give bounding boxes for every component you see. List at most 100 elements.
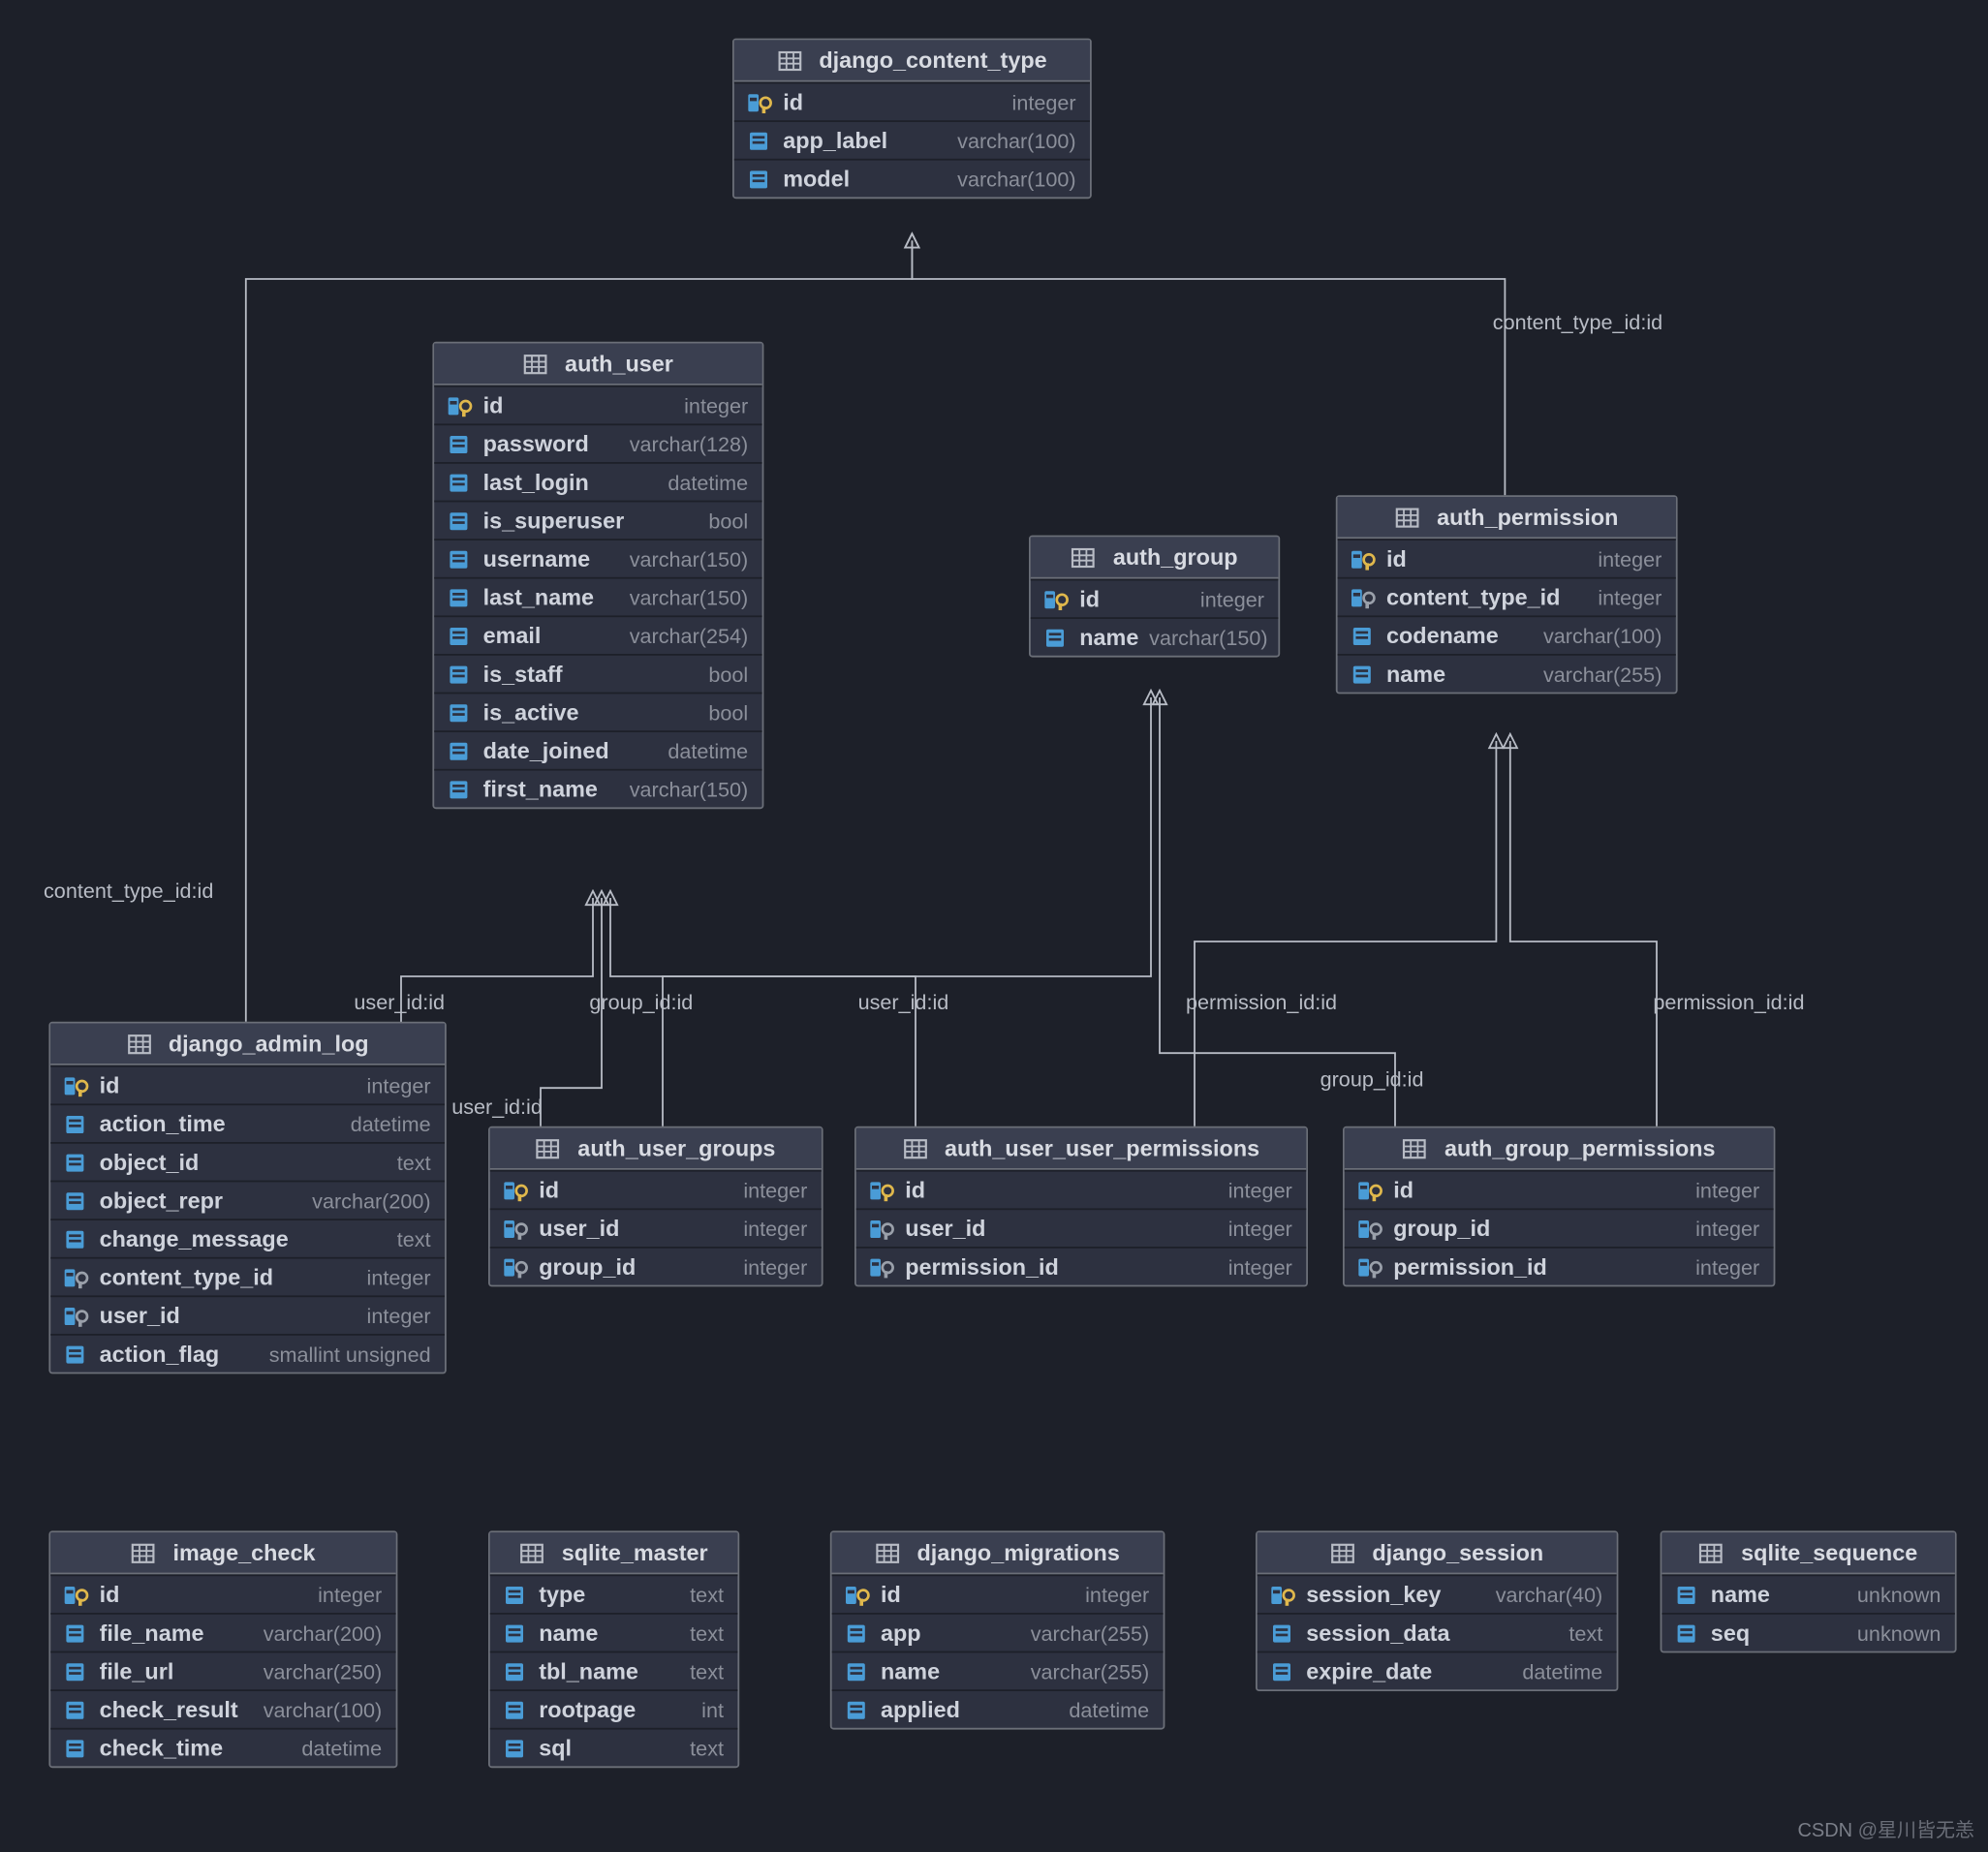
table-header[interactable]: auth_group [1031, 537, 1279, 578]
table-header[interactable]: django_content_type [734, 40, 1090, 81]
table-header[interactable]: auth_user_user_permissions [856, 1128, 1306, 1170]
table-header[interactable]: auth_group_permissions [1345, 1128, 1774, 1170]
column-row[interactable]: action_flagsmallint unsigned [50, 1334, 445, 1373]
column-row[interactable]: appvarchar(255) [832, 1613, 1164, 1651]
column-type: varchar(40) [1496, 1583, 1602, 1607]
column-row[interactable]: object_idtext [50, 1142, 445, 1181]
column-row[interactable]: tbl_nametext [490, 1651, 738, 1690]
relationship-edge [1160, 697, 1395, 1127]
column-row[interactable]: user_idinteger [50, 1295, 445, 1334]
column-row[interactable]: object_reprvarchar(200) [50, 1181, 445, 1219]
column-row[interactable]: session_keyvarchar(40) [1258, 1574, 1617, 1613]
table-auth_group_permissions[interactable]: auth_group_permissionsidintegergroup_idi… [1343, 1127, 1775, 1287]
table-header[interactable]: django_migrations [832, 1532, 1164, 1574]
column-type: varchar(150) [630, 546, 748, 571]
column-row[interactable]: group_idinteger [1345, 1208, 1774, 1247]
column-name: permission_id [1393, 1253, 1547, 1280]
column-row[interactable]: session_datatext [1258, 1613, 1617, 1651]
table-header[interactable]: auth_user [434, 344, 761, 386]
column-row[interactable]: last_namevarchar(150) [434, 577, 761, 616]
foreign-key-icon [1351, 585, 1376, 609]
column-row[interactable]: passwordvarchar(128) [434, 423, 761, 462]
table-header[interactable]: django_session [1258, 1532, 1617, 1574]
column-row[interactable]: user_idinteger [490, 1208, 822, 1247]
column-row[interactable]: app_labelvarchar(100) [734, 120, 1090, 159]
table-django_migrations[interactable]: django_migrationsidintegerappvarchar(255… [830, 1530, 1165, 1729]
column-row[interactable]: nameunknown [1662, 1574, 1954, 1613]
column-row[interactable]: group_idinteger [490, 1247, 822, 1285]
column-row[interactable]: idinteger [50, 1574, 395, 1613]
column-row[interactable]: last_logindatetime [434, 462, 761, 501]
column-row[interactable]: typetext [490, 1574, 738, 1613]
table-auth_group[interactable]: auth_groupidintegernamevarchar(150) [1029, 536, 1280, 658]
column-row[interactable]: change_messagetext [50, 1219, 445, 1257]
column-icon [449, 777, 473, 801]
column-type: integer [1695, 1217, 1759, 1241]
table-header[interactable]: auth_permission [1338, 497, 1676, 539]
column-row[interactable]: namevarchar(255) [832, 1651, 1164, 1690]
column-row[interactable]: date_joineddatetime [434, 730, 761, 769]
column-row[interactable]: rootpageint [490, 1689, 738, 1728]
column-type: varchar(150) [1149, 625, 1267, 649]
table-auth_user_groups[interactable]: auth_user_groupsidintegeruser_idintegerg… [488, 1127, 823, 1287]
table-django_session[interactable]: django_sessionsession_keyvarchar(40)sess… [1256, 1530, 1618, 1691]
column-row[interactable]: sequnknown [1662, 1613, 1954, 1651]
table-sqlite_master[interactable]: sqlite_mastertypetextnametexttbl_nametex… [488, 1530, 739, 1768]
table-django_admin_log[interactable]: django_admin_logidintegeraction_timedate… [48, 1022, 446, 1374]
column-row[interactable]: permission_idinteger [856, 1247, 1306, 1285]
table-auth_user[interactable]: auth_useridintegerpasswordvarchar(128)la… [432, 342, 763, 809]
column-type: integer [1200, 587, 1264, 611]
column-row[interactable]: is_activebool [434, 693, 761, 731]
primary-key-icon [65, 1583, 89, 1607]
column-row[interactable]: idinteger [50, 1065, 445, 1104]
column-row[interactable]: action_timedatetime [50, 1103, 445, 1142]
table-django_content_type[interactable]: django_content_typeidintegerapp_labelvar… [732, 39, 1092, 200]
column-row[interactable]: user_idinteger [856, 1208, 1306, 1247]
column-row[interactable]: codenamevarchar(100) [1338, 615, 1676, 654]
table-sqlite_sequence[interactable]: sqlite_sequencenameunknownsequnknown [1661, 1530, 1957, 1652]
column-row[interactable]: idinteger [1031, 579, 1279, 618]
column-row[interactable]: check_resultvarchar(100) [50, 1689, 395, 1728]
column-row[interactable]: file_urlvarchar(250) [50, 1651, 395, 1690]
column-row[interactable]: sqltext [490, 1728, 738, 1767]
column-row[interactable]: check_timedatetime [50, 1728, 395, 1767]
table-header[interactable]: image_check [50, 1532, 395, 1574]
column-row[interactable]: modelvarchar(100) [734, 159, 1090, 198]
column-row[interactable]: idinteger [734, 82, 1090, 121]
table-icon [1403, 1136, 1427, 1160]
column-row[interactable]: nametext [490, 1613, 738, 1651]
column-row[interactable]: emailvarchar(254) [434, 615, 761, 654]
column-row[interactable]: first_namevarchar(150) [434, 769, 761, 808]
column-row[interactable]: namevarchar(150) [1031, 617, 1279, 656]
column-row[interactable]: expire_datedatetime [1258, 1651, 1617, 1690]
table-header[interactable]: sqlite_sequence [1662, 1532, 1954, 1574]
table-auth_permission[interactable]: auth_permissionidintegercontent_type_idi… [1336, 495, 1678, 694]
column-row[interactable]: idinteger [832, 1574, 1164, 1613]
column-type: varchar(100) [264, 1697, 382, 1721]
primary-key-icon [65, 1073, 89, 1097]
column-row[interactable]: usernamevarchar(150) [434, 539, 761, 577]
column-row[interactable]: idinteger [1338, 539, 1676, 577]
table-header[interactable]: sqlite_master [490, 1532, 738, 1574]
column-row[interactable]: is_staffbool [434, 654, 761, 693]
column-row[interactable]: idinteger [434, 386, 761, 424]
column-type: integer [1012, 90, 1076, 114]
column-row[interactable]: idinteger [1345, 1170, 1774, 1209]
table-auth_user_user_permissions[interactable]: auth_user_user_permissionsidintegeruser_… [854, 1127, 1308, 1287]
column-row[interactable]: is_superuserbool [434, 501, 761, 540]
column-row[interactable]: permission_idinteger [1345, 1247, 1774, 1285]
column-row[interactable]: idinteger [856, 1170, 1306, 1209]
column-row[interactable]: idinteger [490, 1170, 822, 1209]
table-image_check[interactable]: image_checkidintegerfile_namevarchar(200… [48, 1530, 397, 1768]
column-row[interactable]: content_type_idinteger [1338, 577, 1676, 616]
column-row[interactable]: file_namevarchar(200) [50, 1613, 395, 1651]
relationship-edge [912, 240, 1505, 495]
table-header[interactable]: auth_user_groups [490, 1128, 822, 1170]
column-row[interactable]: content_type_idinteger [50, 1257, 445, 1296]
column-name: content_type_id [100, 1264, 273, 1290]
column-row[interactable]: applieddatetime [832, 1689, 1164, 1728]
column-icon [65, 1659, 89, 1683]
table-header[interactable]: django_admin_log [50, 1024, 445, 1065]
column-row[interactable]: namevarchar(255) [1338, 654, 1676, 693]
column-type: varchar(100) [1543, 624, 1662, 648]
